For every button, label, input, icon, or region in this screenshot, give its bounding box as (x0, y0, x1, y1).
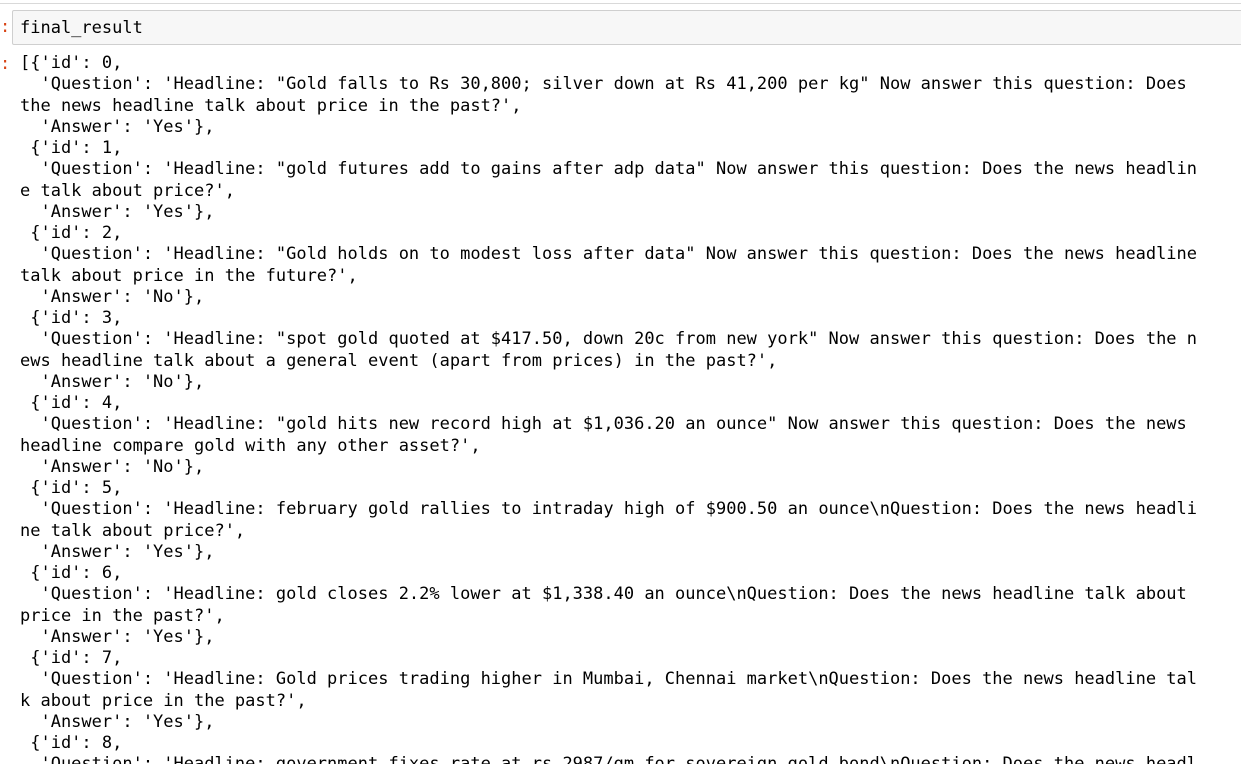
output-line: {'id': 4, (20, 393, 123, 413)
code-text[interactable]: final_result (20, 18, 143, 39)
output-line: 'Answer': 'Yes'}, (20, 541, 215, 562)
output-line: 'Question': 'Headline: "spot gold quoted… (20, 329, 1198, 350)
input-prompt: : (0, 17, 11, 37)
notebook-page: : final_result : [{'id': 0, 'Question': … (0, 0, 1241, 764)
output-line: {'id': 7, (20, 648, 123, 668)
output-line: k about price in the past?', (20, 690, 307, 711)
top-divider (0, 3, 1241, 4)
output-line: 'Question': 'Headline: "Gold holds on to… (20, 244, 1198, 265)
output-line: price in the past?', (20, 605, 225, 626)
output-line: e talk about price?', (20, 180, 235, 201)
output-line: headline compare gold with any other ass… (20, 435, 481, 456)
output-line: 'Question': 'Headline: government fixes … (20, 754, 1241, 764)
cell-output: [{'id': 0, 'Question': 'Headline: "Gold … (20, 53, 1241, 764)
output-line: 'Question': 'Headline: february gold ral… (20, 499, 1198, 520)
output-line: 'Answer': 'Yes'}, (20, 626, 215, 647)
output-line: {'id': 8, (20, 733, 123, 753)
output-line: 'Answer': 'No'}, (20, 286, 205, 307)
output-line: {'id': 2, (20, 223, 123, 243)
output-prompt: : (0, 54, 11, 74)
output-line: the news headline talk about price in th… (20, 95, 522, 116)
output-line: {'id': 1, (20, 138, 123, 158)
output-line: 'Question': 'Headline: "gold futures add… (20, 159, 1198, 180)
output-line: 'Answer': 'Yes'}, (20, 711, 215, 732)
output-line: {'id': 5, (20, 478, 123, 498)
output-line: 'Answer': 'No'}, (20, 371, 205, 392)
output-line: 'Question': 'Headline: gold closes 2.2% … (20, 584, 1187, 605)
output-line: {'id': 6, (20, 563, 123, 583)
code-input-cell[interactable]: final_result (12, 10, 1241, 45)
output-line: ne talk about price?', (20, 520, 246, 541)
output-line: {'id': 3, (20, 308, 123, 328)
output-line: 'Question': 'Headline: Gold prices tradi… (20, 669, 1198, 690)
output-line: 'Answer': 'No'}, (20, 456, 205, 477)
output-line: 'Question': 'Headline: "Gold falls to Rs… (20, 74, 1187, 95)
output-line: 'Question': 'Headline: "gold hits new re… (20, 414, 1187, 435)
output-line: 'Answer': 'Yes'}, (20, 116, 215, 137)
output-line: 'Answer': 'Yes'}, (20, 201, 215, 222)
output-line: [{'id': 0, (20, 53, 123, 73)
output-line: talk about price in the future?', (20, 265, 358, 286)
output-line: ews headline talk about a general event … (20, 350, 778, 371)
